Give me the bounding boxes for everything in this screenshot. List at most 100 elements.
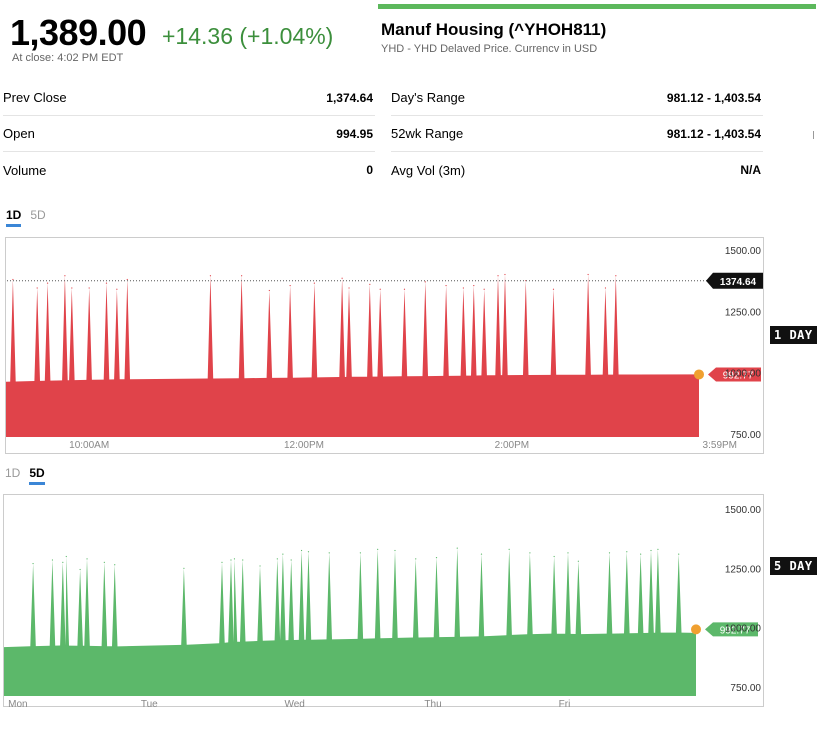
- spike-point: [126, 278, 128, 281]
- chart-1d[interactable]: 1374.64992.77750.001000.001250.001500.00…: [5, 237, 765, 454]
- spike-point: [604, 287, 607, 289]
- spike-point: [435, 557, 438, 559]
- spike-point: [307, 551, 310, 553]
- spike-point: [51, 559, 54, 561]
- spike-point: [359, 552, 361, 554]
- instrument-subtitle: YHD - YHD Delaved Price. Currencv in USD: [381, 43, 598, 55]
- spike-point: [394, 549, 396, 552]
- spike-point: [379, 288, 381, 290]
- stat-label: Volume: [3, 162, 47, 178]
- spike-point: [36, 287, 38, 289]
- y-tick-label: 1250.00: [725, 307, 762, 318]
- price-change: +14.36 (+1.04%): [162, 23, 334, 49]
- stat-value: 0: [366, 163, 373, 177]
- x-tick-label: Wed: [284, 699, 304, 710]
- stat-label: Day's Range: [391, 90, 466, 105]
- close-time: At close: 4:02 PM EDT: [12, 52, 124, 64]
- spike-point: [300, 549, 303, 552]
- spike-point: [328, 552, 330, 554]
- tab-5d[interactable]: 5D: [30, 208, 45, 227]
- spike-point: [587, 273, 589, 276]
- spike-point: [313, 282, 315, 284]
- spike-point: [626, 551, 628, 553]
- prev-close-label: 1374.64: [720, 277, 757, 288]
- stat-value: 981.12 - 1,403.54: [666, 126, 761, 141]
- spike-point: [497, 275, 499, 277]
- tab-1d[interactable]: 1D: [6, 208, 22, 227]
- y-tick-label: 1000.00: [725, 624, 762, 635]
- badge-1-day: 1 DAY: [770, 326, 817, 344]
- stat-row-volume: Volume 0: [3, 152, 375, 188]
- price-area: [6, 274, 699, 437]
- spike-point: [241, 275, 243, 277]
- stat-label: Avg Vol (3m): [391, 162, 466, 178]
- spike-point: [289, 284, 291, 287]
- spike-point: [12, 278, 14, 281]
- spike-point: [369, 283, 371, 285]
- spike-point: [116, 288, 118, 290]
- spike-point: [480, 553, 483, 555]
- spike-point: [64, 275, 66, 277]
- spike-point: [46, 282, 49, 284]
- spike-point: [462, 287, 464, 289]
- spike-point: [32, 562, 34, 565]
- spike-point: [86, 558, 88, 560]
- spike-point: [79, 568, 81, 571]
- spike-point: [183, 567, 185, 569]
- spike-point: [640, 553, 642, 555]
- stat-row-prev-close: Prev Close 1,374.64: [3, 80, 375, 116]
- spike-point: [657, 548, 659, 550]
- last-price: 1,389.00: [10, 12, 147, 53]
- y-tick-label: 750.00: [730, 683, 761, 694]
- spike-point: [88, 287, 90, 289]
- x-tick-label: Thu: [424, 699, 441, 710]
- stats-table-right: Day's Range 981.12 - 1,403.54 52wk Range…: [391, 80, 763, 188]
- spike-point: [230, 559, 232, 561]
- spike-point: [242, 559, 244, 561]
- x-tick-label: Fri: [559, 699, 571, 710]
- spike-point: [615, 275, 617, 277]
- spike-point: [65, 555, 67, 558]
- spike-point: [678, 553, 680, 555]
- spike-point: [103, 561, 105, 563]
- spike-point: [567, 552, 569, 554]
- spike-point: [403, 288, 406, 290]
- price-area: [4, 548, 696, 696]
- spike-point: [233, 558, 236, 560]
- x-tick-label: 10:00AM: [69, 440, 109, 451]
- chart-1d-tabs: 1D 5D: [6, 208, 46, 227]
- stat-row-avg-vol: Avg Vol (3m) N/A: [391, 152, 763, 188]
- tab-1d[interactable]: 1D: [5, 466, 20, 485]
- spike-point: [290, 559, 292, 561]
- spike-point: [529, 552, 531, 554]
- x-tick-label: 3:59PM: [703, 440, 737, 451]
- stat-value: 994.95: [336, 126, 373, 141]
- stat-label: Open: [3, 126, 35, 141]
- spike-point: [377, 548, 379, 550]
- chart-5d[interactable]: 992.77750.001000.001250.001500.00Mon Tue W…: [3, 494, 765, 711]
- stat-label: 52wk Range: [391, 126, 464, 141]
- tab-5d[interactable]: 5D: [29, 466, 45, 485]
- spike-point: [282, 553, 284, 555]
- badge-5-day: 5 DAY: [770, 557, 817, 575]
- spike-point: [268, 289, 270, 292]
- edge-tick-mark: [813, 131, 816, 139]
- spike-point: [341, 277, 343, 279]
- y-tick-label: 1250.00: [725, 564, 762, 575]
- stat-value: N/A: [740, 163, 761, 177]
- stats-table-left: Prev Close 1,374.64 Open 994.95 Volume 0: [3, 80, 375, 188]
- spike-point: [650, 549, 652, 552]
- spike-point: [114, 564, 116, 566]
- spike-point: [348, 287, 350, 289]
- last-price-marker: [691, 624, 701, 635]
- spike-point: [456, 547, 458, 549]
- spike-point: [221, 561, 223, 563]
- chart-5d-tabs: 1D 5D: [5, 466, 45, 485]
- spike-point: [483, 288, 485, 290]
- spike-point: [473, 284, 475, 287]
- x-tick-label: Tue: [141, 699, 158, 710]
- spike-point: [105, 282, 108, 284]
- stat-label: Prev Close: [3, 90, 67, 105]
- instrument-name: Manuf Housing (^YHOH811): [381, 20, 607, 39]
- spike-point: [71, 287, 73, 289]
